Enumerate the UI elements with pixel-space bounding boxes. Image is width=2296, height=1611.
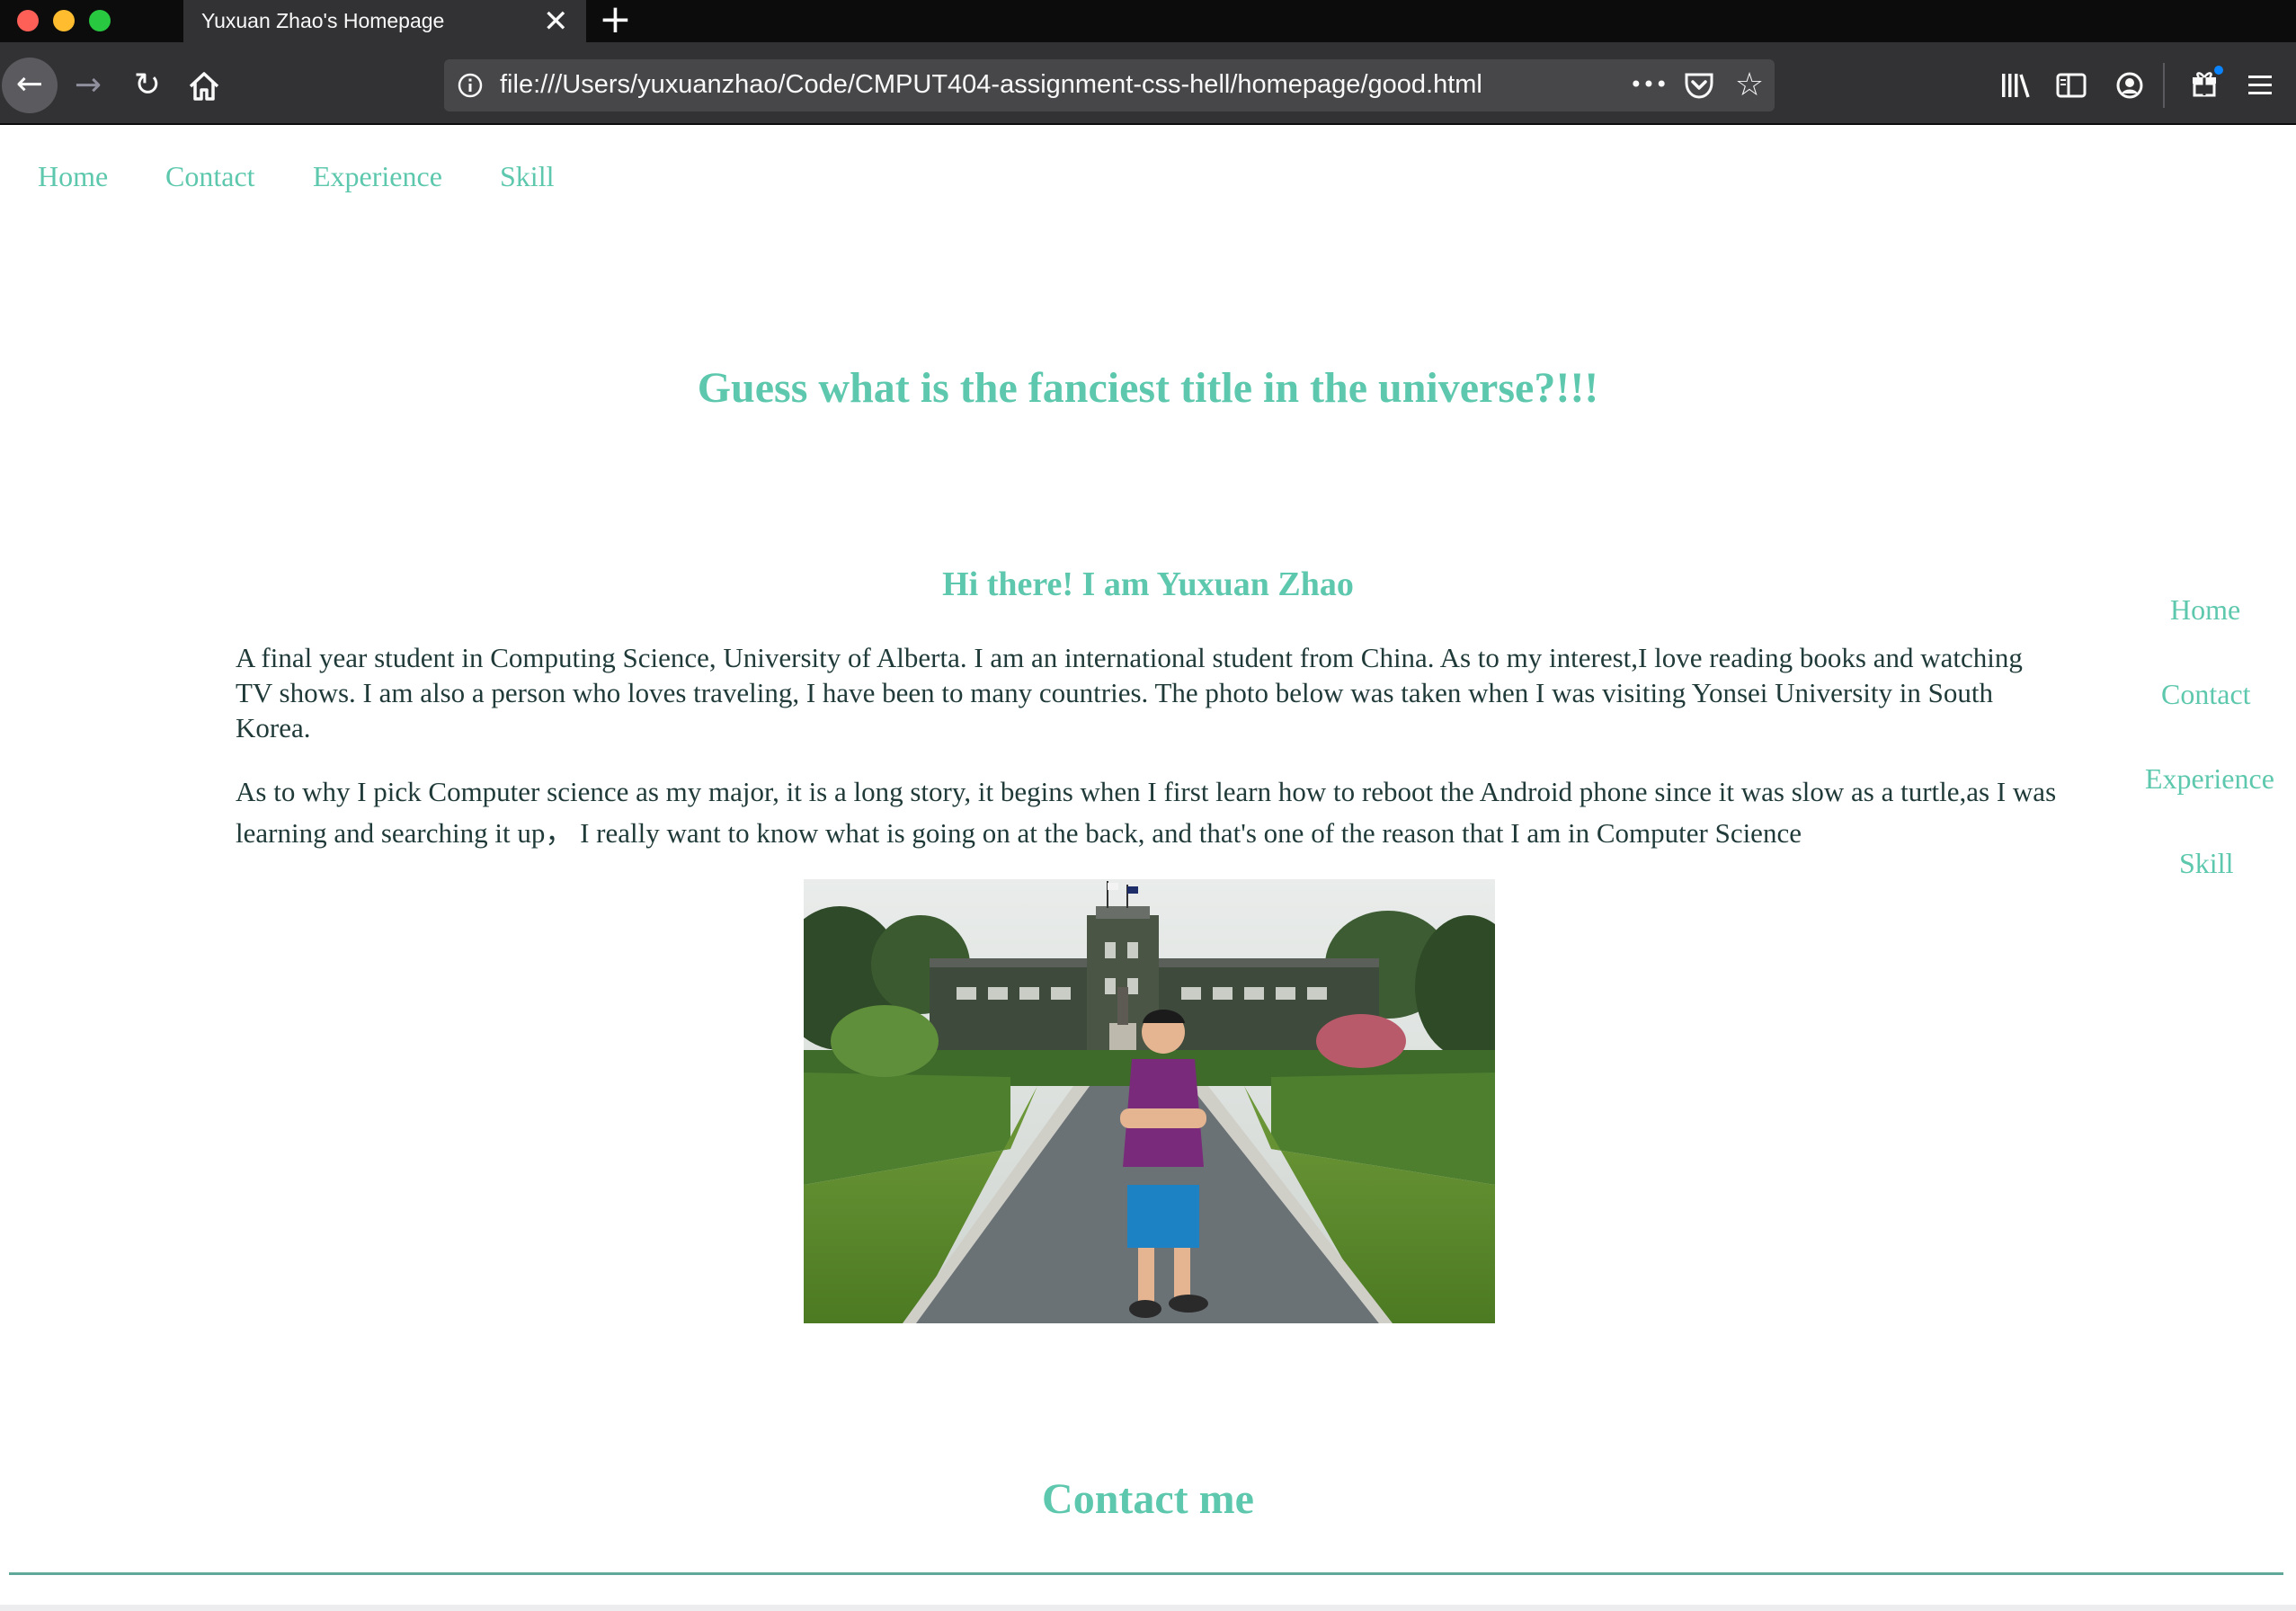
pocket-icon[interactable] — [1683, 70, 1715, 101]
top-nav-contact[interactable]: Contact — [165, 160, 255, 193]
next-section-peek — [0, 1605, 2296, 1611]
side-nav-home[interactable]: Home — [2170, 593, 2240, 627]
close-tab-icon[interactable]: ✕ — [543, 2, 569, 41]
contact-heading: Contact me — [1042, 1475, 1254, 1523]
yonsei-university-photo — [804, 879, 1495, 1323]
menu-icon[interactable] — [2246, 72, 2274, 99]
forward-icon[interactable]: → — [68, 63, 108, 108]
top-nav-experience[interactable]: Experience — [313, 160, 442, 193]
tab-title: Yuxuan Zhao's Homepage — [201, 9, 445, 32]
info-icon[interactable] — [457, 72, 484, 99]
library-icon[interactable] — [1999, 70, 2032, 101]
sidebar-icon[interactable] — [2055, 70, 2087, 101]
intro-paragraph: A final year student in Computing Scienc… — [236, 642, 2023, 743]
zoom-window-button[interactable] — [89, 10, 111, 31]
top-nav-home[interactable]: Home — [38, 160, 108, 193]
gift-icon[interactable] — [2188, 65, 2224, 101]
intro-heading: Hi there! I am Yuxuan Zhao — [942, 565, 1354, 603]
side-nav-experience[interactable]: Experience — [2145, 762, 2274, 796]
toolbar-separator — [2163, 63, 2165, 108]
close-window-button[interactable] — [17, 10, 39, 31]
page-actions-icon[interactable]: ••• — [1629, 68, 1669, 101]
side-nav-skill[interactable]: Skill — [2179, 847, 2233, 880]
major-paragraph: As to why I pick Computer science as my … — [236, 776, 2057, 849]
url-text[interactable]: file:///Users/yuxuanzhao/Code/CMPUT404-a… — [500, 70, 1482, 100]
section-divider — [9, 1572, 2283, 1575]
top-nav-skill[interactable]: Skill — [500, 160, 554, 193]
side-nav-contact[interactable]: Contact — [2161, 678, 2251, 711]
bookmark-star-icon[interactable]: ☆ — [1730, 63, 1769, 108]
minimize-window-button[interactable] — [53, 10, 75, 31]
page-title: Guess what is the fanciest title in the … — [697, 364, 1599, 412]
back-icon[interactable]: ← — [2, 58, 58, 113]
reload-icon[interactable]: ↻ — [128, 63, 167, 108]
home-icon[interactable] — [187, 70, 221, 102]
account-icon[interactable] — [2114, 70, 2145, 101]
new-tab-icon[interactable]: + — [599, 0, 632, 41]
